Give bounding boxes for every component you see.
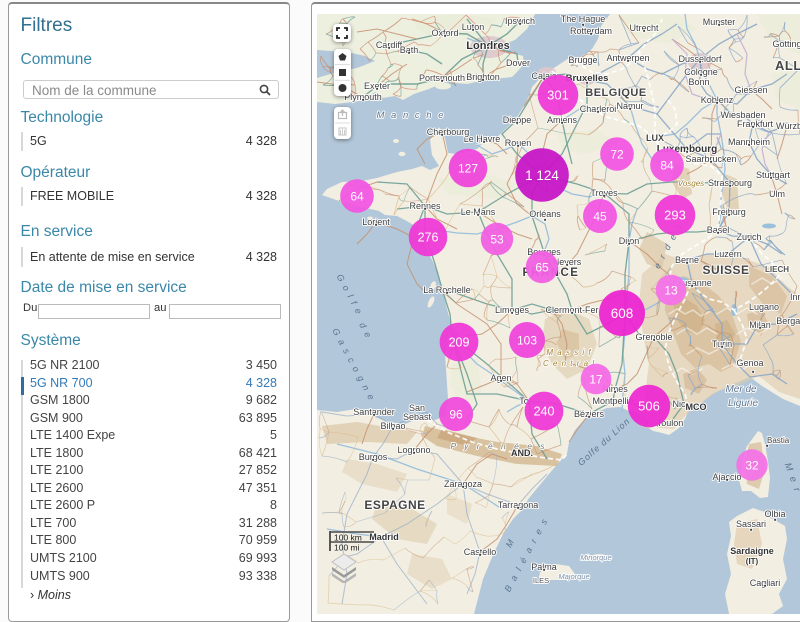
- svg-text:Orléans: Orléans: [529, 209, 561, 219]
- svg-text:ILES: ILES: [533, 576, 549, 585]
- svg-text:240: 240: [534, 405, 555, 419]
- svg-text:Sebast: Sebast: [403, 412, 432, 422]
- svg-text:64: 64: [350, 189, 364, 203]
- svg-text:Luzern: Luzern: [714, 249, 742, 259]
- svg-text:Giessen: Giessen: [734, 85, 767, 95]
- svg-text:100 mi: 100 mi: [334, 543, 360, 553]
- svg-text:301: 301: [547, 88, 569, 103]
- svg-text:53: 53: [490, 232, 504, 246]
- svg-text:Minorque: Minorque: [580, 553, 611, 562]
- svg-text:Lugano: Lugano: [749, 302, 779, 312]
- svg-text:M a s s i f: M a s s i f: [546, 348, 591, 357]
- svg-text:32: 32: [745, 458, 759, 472]
- svg-text:72: 72: [610, 147, 624, 161]
- svg-text:The Hague: The Hague: [561, 14, 606, 24]
- svg-text:Sassari: Sassari: [736, 519, 766, 529]
- svg-text:127: 127: [458, 161, 478, 175]
- svg-text:100 km: 100 km: [334, 533, 362, 543]
- svg-text:506: 506: [638, 399, 660, 414]
- svg-text:LUX: LUX: [646, 133, 664, 143]
- svg-text:ESPAGNE: ESPAGNE: [364, 498, 425, 512]
- svg-text:Olbia: Olbia: [764, 509, 785, 519]
- svg-text:Mer de: Mer de: [725, 384, 757, 395]
- svg-text:MCO: MCO: [686, 402, 707, 412]
- svg-text:Ligurie: Ligurie: [728, 398, 758, 409]
- svg-text:Bastia: Bastia: [767, 436, 790, 445]
- svg-text:Dover: Dover: [506, 58, 530, 68]
- svg-text:13: 13: [664, 283, 678, 297]
- svg-text:SUISSE: SUISSE: [702, 263, 749, 277]
- svg-text:M a n c h e: M a n c h e: [377, 110, 446, 121]
- svg-text:Vosges: Vosges: [678, 179, 704, 188]
- svg-text:Stuttgart: Stuttgart: [756, 170, 791, 180]
- svg-text:65: 65: [535, 260, 549, 274]
- svg-text:45: 45: [593, 209, 607, 223]
- svg-text:1 124: 1 124: [525, 168, 559, 183]
- svg-text:276: 276: [418, 231, 439, 245]
- svg-text:Bonn: Bonn: [688, 77, 709, 87]
- svg-text:Nic: Nic: [673, 399, 686, 409]
- svg-text:Gotting: Gotting: [772, 39, 800, 49]
- svg-text:Sardaigne: Sardaigne: [730, 546, 774, 556]
- svg-text:608: 608: [611, 306, 634, 321]
- svg-text:96: 96: [449, 407, 463, 421]
- svg-text:209: 209: [449, 336, 470, 350]
- svg-text:Bergam: Bergam: [776, 316, 800, 326]
- svg-text:17: 17: [589, 372, 603, 386]
- svg-text:Würzb: Würzb: [776, 121, 800, 131]
- svg-text:Montpellie: Montpellie: [592, 396, 633, 406]
- svg-text:Majorque: Majorque: [558, 572, 589, 581]
- svg-text:Cherbourg: Cherbourg: [427, 127, 470, 137]
- svg-text:84: 84: [660, 158, 674, 172]
- svg-text:BELGIQUE: BELGIQUE: [585, 87, 646, 99]
- svg-text:ALLEMA: ALLEMA: [775, 58, 800, 73]
- svg-text:Genoa: Genoa: [736, 358, 763, 368]
- svg-text:Ulm: Ulm: [769, 189, 785, 199]
- svg-text:LIECH: LIECH: [765, 265, 789, 274]
- svg-text:P y r é n é e s: P y r é n é e s: [450, 441, 547, 451]
- svg-text:Londres: Londres: [466, 40, 509, 52]
- svg-text:103: 103: [517, 333, 537, 347]
- svg-text:Frankfurt: Frankfurt: [737, 119, 774, 129]
- svg-text:(IT): (IT): [746, 557, 759, 566]
- svg-text:293: 293: [664, 208, 686, 223]
- svg-text:Brugge: Brugge: [568, 55, 597, 65]
- svg-text:Inns: Inns: [790, 292, 800, 302]
